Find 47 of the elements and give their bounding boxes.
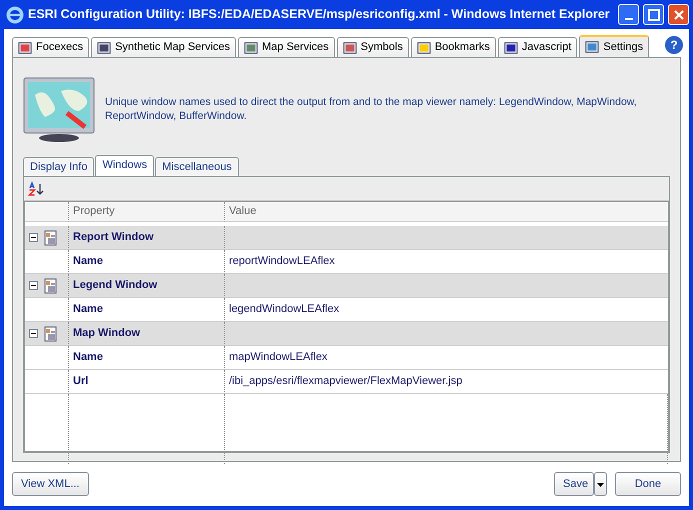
tab[interactable]: Synthetic Map Services bbox=[91, 37, 236, 57]
tab-icon bbox=[97, 40, 112, 54]
group-label: Report Window bbox=[69, 226, 225, 250]
close-button[interactable] bbox=[668, 4, 689, 25]
minimize-button[interactable] bbox=[618, 4, 639, 25]
column-header: Value bbox=[225, 202, 668, 222]
property-name: Name bbox=[69, 346, 225, 370]
dropdown-button[interactable] bbox=[594, 472, 607, 496]
document-icon bbox=[43, 230, 59, 246]
tab-icon bbox=[416, 40, 431, 54]
browser-icon bbox=[6, 6, 24, 24]
subtab[interactable]: Miscellaneous bbox=[155, 156, 239, 176]
monitor-map-drawing bbox=[23, 76, 95, 142]
tab-icon bbox=[244, 40, 258, 54]
tab-icon bbox=[342, 40, 357, 54]
group-label: Map Window bbox=[69, 322, 225, 346]
subtab[interactable]: Display Info bbox=[23, 156, 94, 176]
document-icon bbox=[43, 278, 59, 294]
collapse-icon[interactable] bbox=[29, 233, 38, 242]
minimize-icon bbox=[624, 18, 632, 20]
tab[interactable]: Map Services bbox=[238, 37, 335, 57]
tab[interactable]: Bookmarks bbox=[410, 37, 496, 57]
column-header: Property bbox=[69, 202, 225, 222]
tab[interactable]: Symbols bbox=[336, 37, 409, 57]
tab[interactable]: Focexecs bbox=[12, 37, 90, 57]
sort-icon[interactable] bbox=[28, 180, 44, 196]
help-button[interactable]: ? bbox=[665, 36, 683, 54]
done-button[interactable]: Done bbox=[615, 472, 681, 496]
property-value[interactable]: /ibi_apps/esri/flexmapviewer/FlexMapViewer.jsp bbox=[225, 370, 668, 394]
save-button[interactable]: Save bbox=[554, 472, 594, 496]
property-name: Url bbox=[69, 370, 225, 394]
window-title: ESRI Configuration Utility: IBFS:/EDA/EDASERVE/msp/esriconfig.xml - Windows Internet Explorer bbox=[28, 6, 611, 24]
description-text: Unique window names used to direct the output from and to the map viewer namely: LegendWindow, MapWindow, ReportWindow, BufferWindow. bbox=[105, 96, 638, 124]
subtab[interactable]: Windows bbox=[95, 154, 154, 176]
collapse-icon[interactable] bbox=[29, 329, 38, 338]
maximize-button[interactable] bbox=[643, 4, 664, 25]
group-label: Legend Window bbox=[69, 274, 225, 298]
tab[interactable]: Javascript bbox=[498, 37, 578, 57]
document-icon bbox=[43, 326, 59, 342]
tab-icon bbox=[585, 40, 600, 54]
tab[interactable]: Settings bbox=[579, 35, 650, 57]
property-value[interactable]: mapWindowLEAflex bbox=[225, 346, 668, 370]
maximize-icon bbox=[646, 6, 662, 22]
tab-icon bbox=[18, 40, 32, 54]
tab-icon bbox=[504, 40, 518, 54]
collapse-icon[interactable] bbox=[29, 281, 38, 290]
view-xml-button[interactable]: View XML... bbox=[12, 472, 88, 496]
